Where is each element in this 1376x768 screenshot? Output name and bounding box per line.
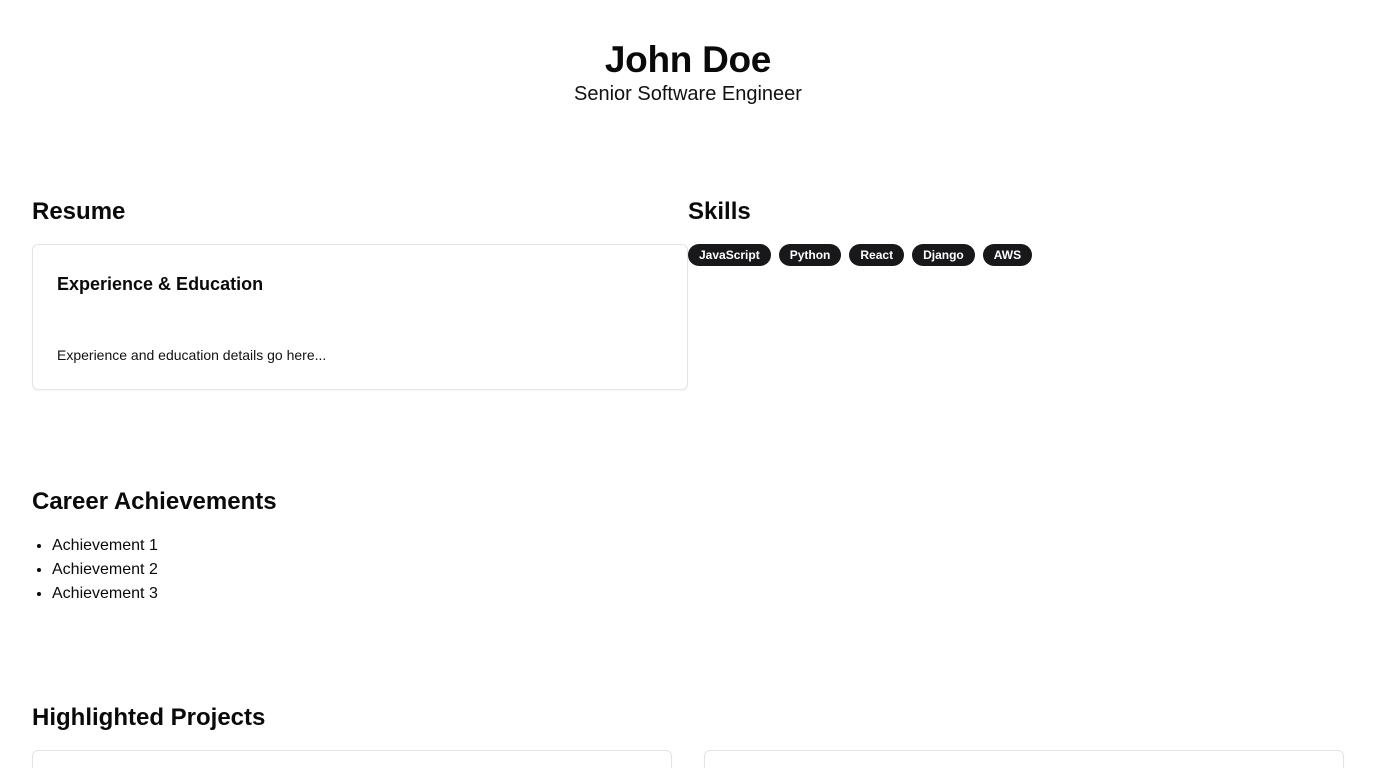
experience-education-card: Experience & Education Experience and ed… (32, 244, 688, 390)
achievements-section-title: Career Achievements (32, 488, 277, 515)
list-item: Achievement 3 (52, 582, 158, 606)
list-item: Achievement 2 (52, 558, 158, 582)
project-card (32, 750, 672, 768)
experience-education-body: Experience and education details go here… (57, 347, 327, 363)
resume-page: John Doe Senior Software Engineer Resume… (0, 0, 1376, 768)
resume-section-title: Resume (32, 198, 126, 225)
skill-badge: Python (778, 244, 842, 266)
skill-badge: JavaScript (688, 244, 771, 266)
job-title: Senior Software Engineer (574, 83, 802, 105)
experience-education-heading: Experience & Education (57, 274, 264, 294)
skills-badge-list: JavaScript Python React Django AWS (688, 244, 1033, 266)
person-name: John Doe (604, 39, 772, 80)
projects-section-title: Highlighted Projects (32, 704, 266, 731)
project-card (704, 750, 1344, 768)
skills-section-title: Skills (688, 198, 751, 225)
list-item: Achievement 1 (52, 534, 158, 558)
achievements-list: Achievement 1 Achievement 2 Achievement … (52, 534, 158, 606)
skill-badge: AWS (982, 244, 1033, 266)
skill-badge: React (849, 244, 905, 266)
skill-badge: Django (912, 244, 975, 266)
page-header: John Doe Senior Software Engineer (0, 38, 1376, 106)
